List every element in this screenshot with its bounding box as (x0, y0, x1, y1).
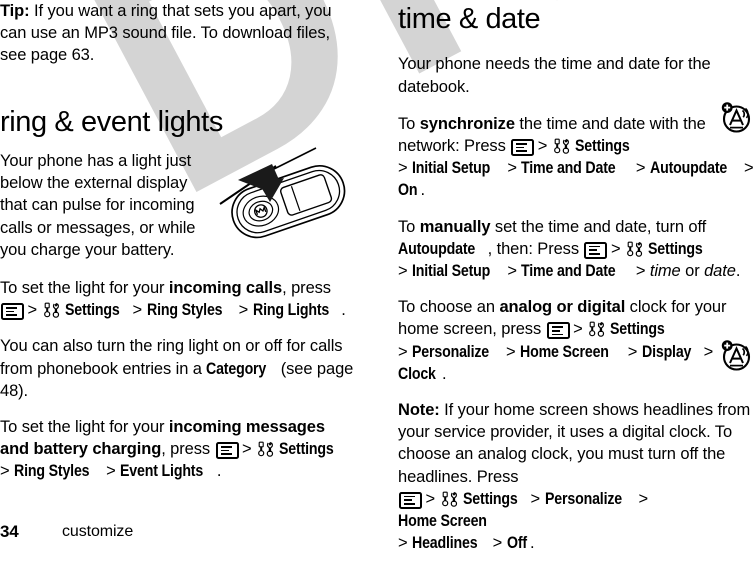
manually-lead: To (398, 217, 420, 236)
clock-bold: analog or digital (499, 298, 626, 317)
manually-mid2: , then: Press (487, 239, 584, 258)
manually-paragraph: To manually set the time and date, turn … (398, 216, 755, 283)
incoming-calls-paragraph: To set the light for your incoming calls… (0, 277, 357, 321)
manually-autoupdate-bold: Autoupdate (398, 239, 476, 258)
synchronize-bold: synchronize (419, 114, 515, 133)
phone-ring-light-illustration (212, 146, 362, 248)
path-clock: Clock (398, 364, 436, 383)
synchronize-paragraph: To synchronize the time and date with th… (398, 113, 755, 202)
tip-text: If you want a ring that sets you apart, … (0, 2, 332, 65)
incoming-messages-tail: , press (161, 440, 215, 459)
settings-wrench-icon (43, 302, 63, 319)
path-settings: Settings (279, 440, 334, 459)
manually-period: . (735, 262, 741, 281)
menu-key-icon (215, 442, 239, 460)
path-time-and-date: Time and Date (521, 262, 616, 281)
section-title-ring-event-lights: ring & event lights (0, 105, 223, 138)
synchronize-period: . (420, 181, 426, 200)
settings-wrench-icon (553, 138, 573, 154)
path-display: Display (641, 342, 692, 361)
path-on: On (398, 181, 418, 200)
note-period: . (529, 534, 535, 553)
phonebook-paragraph: You can also turn the ring light on or o… (0, 335, 357, 402)
settings-wrench-icon (257, 441, 277, 458)
path-settings: Settings (610, 320, 665, 339)
note-paragraph: Note: If your home screen shows headline… (398, 399, 755, 554)
path-settings: Settings (647, 239, 703, 258)
incoming-calls-menu-path: > Settings > Ring Styles > Ring Lights. (0, 301, 346, 321)
incoming-messages-period: . (216, 462, 222, 481)
manually-between: or (680, 262, 705, 281)
manually-menu-path: > Initial Setup > Time and Date > time o… (398, 262, 740, 280)
path-home-screen: Home Screen (520, 342, 609, 361)
section-title-time-date: time & date (398, 3, 541, 35)
tip-label: Tip: (0, 2, 30, 20)
path-settings: Settings (64, 301, 120, 320)
path-event-lights: Event Lights (120, 462, 204, 481)
path-settings: Settings (462, 489, 518, 508)
clock-lead: To choose an (398, 298, 500, 317)
path-initial-setup: Initial Setup (412, 262, 491, 281)
page-number: 34 (0, 522, 19, 541)
footer-section-label: customize (62, 523, 134, 540)
right-column: time & date Your phone needs the time an… (398, 0, 755, 568)
incoming-messages-menu-path: > Ring Styles > Event Lights. (0, 462, 221, 480)
incoming-calls-bold: incoming calls (168, 279, 283, 298)
ring-lights-intro: Your phone has a light just below the ex… (0, 152, 196, 259)
path-time-and-date: Time and Date (521, 159, 616, 178)
note-label: Note: (398, 401, 440, 420)
synchronize-menu-path: > Initial Setup > Time and Date > Autoup… (398, 159, 754, 199)
path-ring-styles: Ring Styles (14, 462, 90, 481)
manual-page: Tip: If you want a ring that sets you ap… (0, 0, 756, 552)
menu-key-icon (511, 139, 535, 157)
note-text: If your home screen shows headlines from… (398, 401, 751, 486)
incoming-calls-tail: , press (282, 279, 331, 298)
menu-key-icon (546, 322, 570, 340)
path-time-italic: time (649, 262, 681, 281)
clock-period: . (441, 364, 447, 383)
settings-wrench-icon (441, 491, 461, 507)
path-initial-setup: Initial Setup (412, 159, 491, 178)
menu-key-icon (584, 241, 608, 259)
manually-mid: set the time and date, turn off (490, 217, 707, 236)
path-personalize: Personalize (544, 489, 622, 508)
path-personalize: Personalize (412, 342, 490, 361)
path-headlines: Headlines (412, 534, 478, 553)
clock-paragraph: To choose an analog or digital clock for… (398, 296, 755, 385)
path-autoupdate: Autoupdate (649, 159, 727, 178)
incoming-messages-paragraph: To set the light for your incoming messa… (0, 416, 357, 483)
manually-bold: manually (419, 217, 491, 236)
incoming-calls-lead: To set the light for your (0, 279, 169, 298)
settings-wrench-icon (626, 241, 646, 257)
incoming-calls-period: . (341, 301, 346, 320)
path-off: Off (506, 534, 527, 553)
clock-menu-path: > Personalize > Home Screen > Display > … (398, 343, 713, 383)
phonebook-category-bold: Category (206, 359, 267, 378)
menu-key-icon (1, 303, 24, 321)
note-menu-path: > Settings > Personalize > Home Screen > … (398, 490, 648, 552)
path-date-italic: date (704, 262, 736, 281)
settings-wrench-icon (588, 321, 608, 338)
path-ring-styles: Ring Styles (146, 301, 223, 320)
menu-key-icon (399, 491, 422, 509)
path-settings: Settings (574, 137, 630, 156)
tip-paragraph: Tip: If you want a ring that sets you ap… (0, 0, 357, 67)
incoming-messages-lead: To set the light for your (0, 418, 169, 437)
network-audio-icon (718, 100, 752, 134)
synchronize-lead: To (398, 114, 420, 133)
time-date-intro: Your phone needs the time and date for t… (398, 55, 711, 96)
path-home-screen: Home Screen (398, 512, 487, 531)
network-audio-icon (718, 338, 752, 372)
path-ring-lights: Ring Lights (252, 301, 329, 320)
